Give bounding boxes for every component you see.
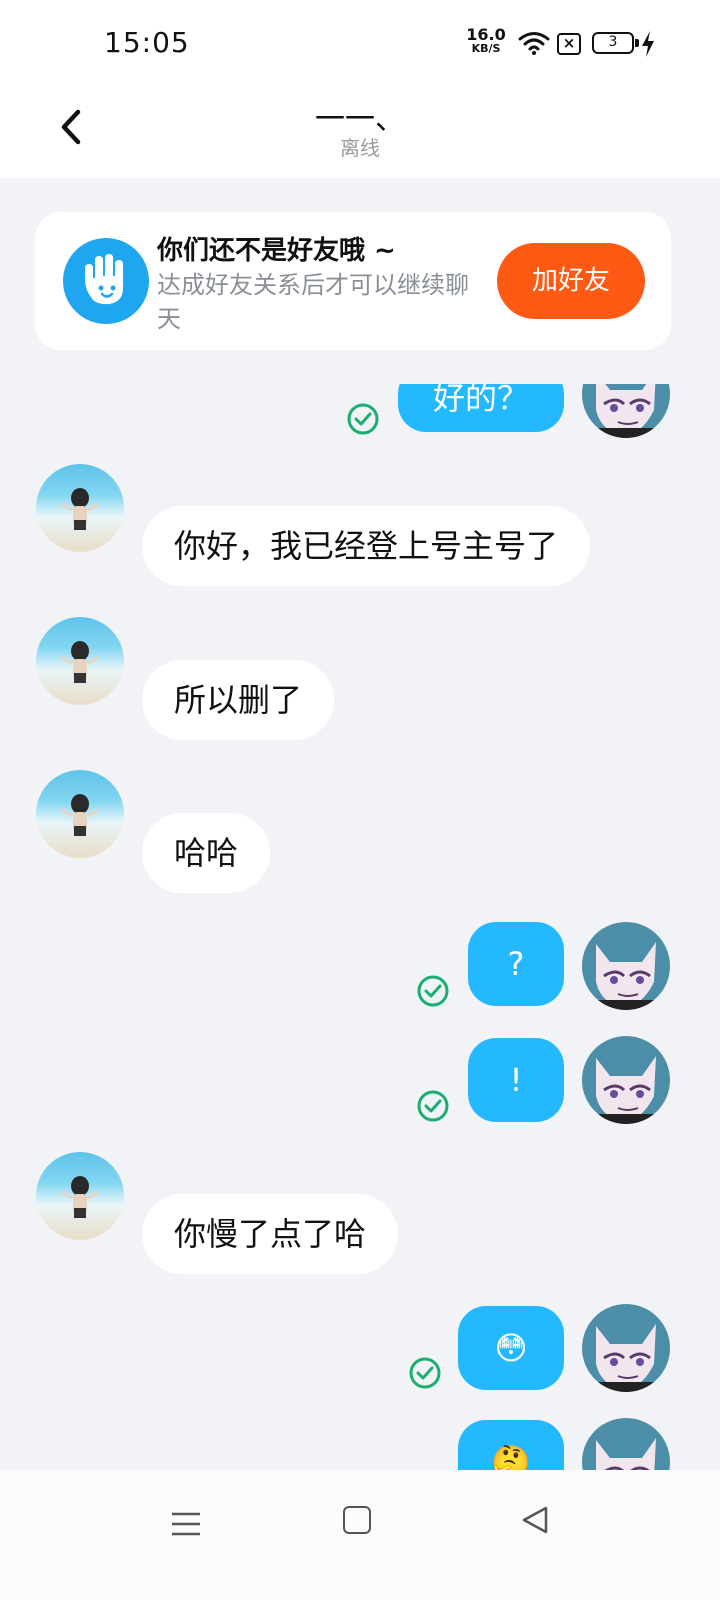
message-text: 你慢了点了哈	[174, 1215, 367, 1253]
read-check-icon	[417, 1090, 449, 1122]
banner-description: 达成好友关系后才可以继续聊天	[157, 271, 469, 333]
network-speed-value: 16.0	[466, 25, 506, 44]
network-speed: 16.0 KB/S	[466, 25, 506, 56]
message-text: ?	[507, 945, 525, 983]
home-icon[interactable]	[343, 1506, 371, 1534]
self-avatar[interactable]	[582, 922, 670, 1010]
message-list[interactable]: 好的？ 你好，我已经登上号主号了 所以删了 哈哈 ? ! 你慢了点了哈 😳 🤔	[0, 384, 720, 1470]
message-bubble-incoming[interactable]: 你好，我已经登上号主号了	[142, 506, 591, 586]
message-bubble-outgoing[interactable]: 😳	[458, 1306, 564, 1390]
self-avatar[interactable]	[582, 384, 670, 438]
sim-icon: ×	[557, 33, 581, 55]
message-bubble-outgoing[interactable]: ?	[468, 922, 564, 1006]
message-text: 你好，我已经登上号主号了	[174, 527, 559, 565]
read-check-icon	[347, 403, 379, 435]
menu-icon[interactable]	[170, 1508, 202, 1540]
charging-icon	[642, 31, 654, 57]
message-text: 🤔	[491, 1443, 531, 1470]
battery-icon: 3	[592, 32, 639, 54]
wifi-icon	[518, 32, 550, 55]
contact-avatar[interactable]	[36, 1152, 124, 1240]
contact-avatar[interactable]	[36, 770, 124, 858]
chat-header: 一一、 离线	[0, 90, 720, 178]
message-text: 哈哈	[174, 834, 239, 872]
message-bubble-outgoing[interactable]: !	[468, 1038, 564, 1122]
read-check-icon	[417, 975, 449, 1007]
not-friends-banner: 你们还不是好友哦 ~ 达成好友关系后才可以继续聊天 加好友	[35, 212, 671, 350]
contact-avatar[interactable]	[36, 617, 124, 705]
message-text: 好的？	[432, 384, 529, 417]
message-text: 所以删了	[174, 681, 303, 719]
hand-wave-icon	[63, 238, 149, 324]
status-time: 15:05	[104, 26, 190, 59]
system-nav-bar	[0, 1470, 720, 1600]
message-bubble-incoming[interactable]: 哈哈	[142, 813, 271, 893]
message-bubble-outgoing[interactable]: 🤔	[458, 1420, 564, 1470]
self-avatar[interactable]	[582, 1418, 670, 1470]
status-bar: 15:05 16.0 KB/S × 3	[0, 0, 720, 90]
banner-title: 你们还不是好友哦 ~	[157, 236, 396, 266]
read-check-icon	[409, 1357, 441, 1389]
contact-avatar[interactable]	[36, 464, 124, 552]
message-bubble-incoming[interactable]: 所以删了	[142, 660, 335, 740]
back-triangle-icon[interactable]	[520, 1504, 550, 1536]
message-bubble-outgoing[interactable]: 好的？	[398, 384, 564, 432]
online-status: 离线	[340, 136, 380, 160]
network-speed-unit: KB/S	[471, 42, 501, 55]
add-friend-button[interactable]: 加好友	[497, 243, 645, 319]
message-text: !	[509, 1061, 523, 1099]
self-avatar[interactable]	[582, 1304, 670, 1392]
message-bubble-incoming[interactable]: 你慢了点了哈	[142, 1194, 399, 1274]
self-avatar[interactable]	[582, 1036, 670, 1124]
message-text: 😳	[494, 1329, 528, 1367]
